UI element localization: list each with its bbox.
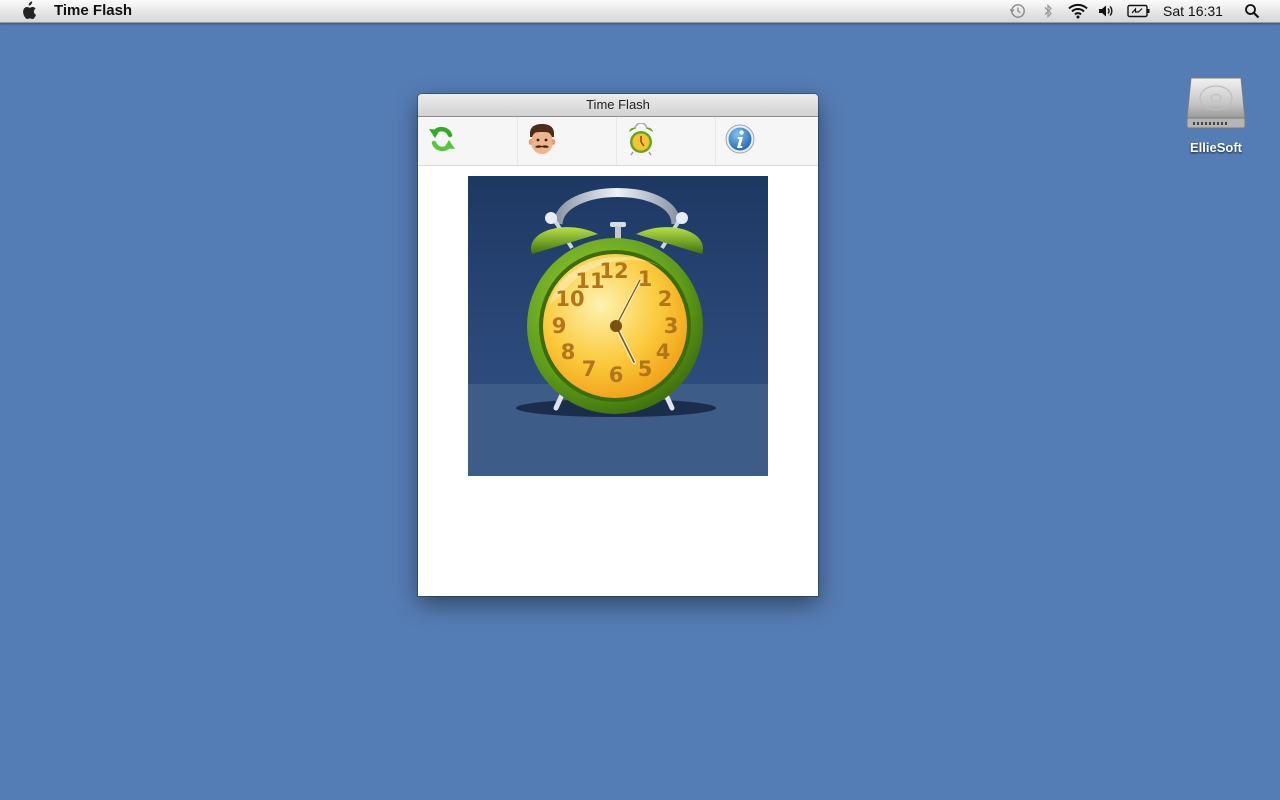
alarm-clock-icon	[629, 123, 653, 156]
hard-drive-icon[interactable]	[1185, 72, 1247, 134]
bluetooth-icon[interactable]	[1043, 3, 1053, 19]
clock-number-9: 9	[552, 314, 567, 338]
wifi-icon[interactable]	[1067, 2, 1089, 19]
face-icon	[528, 124, 556, 154]
info-icon	[725, 124, 755, 154]
battery-icon[interactable]	[1127, 4, 1151, 18]
face-button[interactable]	[517, 117, 616, 165]
apple-logo-icon[interactable]	[19, 1, 37, 21]
spotlight-search-icon[interactable]	[1244, 3, 1260, 19]
window-title[interactable]: Time Flash	[418, 94, 818, 117]
refresh-button[interactable]	[418, 117, 516, 165]
volume-icon[interactable]	[1098, 3, 1114, 19]
window-content: 12 1 2 3 4 5 6 7 8 9 10 11	[418, 166, 818, 596]
clock-number-3: 3	[664, 314, 679, 338]
clock-number-7: 7	[582, 357, 597, 381]
clock-number-2: 2	[658, 287, 673, 311]
clock-number-6: 6	[609, 363, 624, 387]
clock-number-5: 5	[638, 357, 653, 381]
refresh-icon	[429, 126, 455, 152]
app-menu-title[interactable]: Time Flash	[54, 2, 132, 20]
alarm-clock-image: 12 1 2 3 4 5 6 7 8 9 10 11	[468, 176, 768, 476]
clock-number-8: 8	[561, 340, 576, 364]
alarm-clock-button[interactable]	[616, 117, 715, 165]
menubar-clock[interactable]: Sat 16:31	[1163, 2, 1223, 20]
clock-number-4: 4	[656, 340, 671, 364]
time-flash-window: Time Flash 12 1 2 3 4 5 6 7 8 9 10 11	[418, 94, 818, 596]
info-button[interactable]	[715, 117, 814, 165]
time-machine-icon[interactable]	[1009, 3, 1026, 19]
toolbar	[418, 117, 818, 166]
clock-number-11: 11	[575, 269, 604, 293]
menu-bar: Time Flash Sat 16:31	[0, 0, 1280, 23]
hard-drive-label[interactable]: EllieSoft	[1175, 140, 1257, 155]
